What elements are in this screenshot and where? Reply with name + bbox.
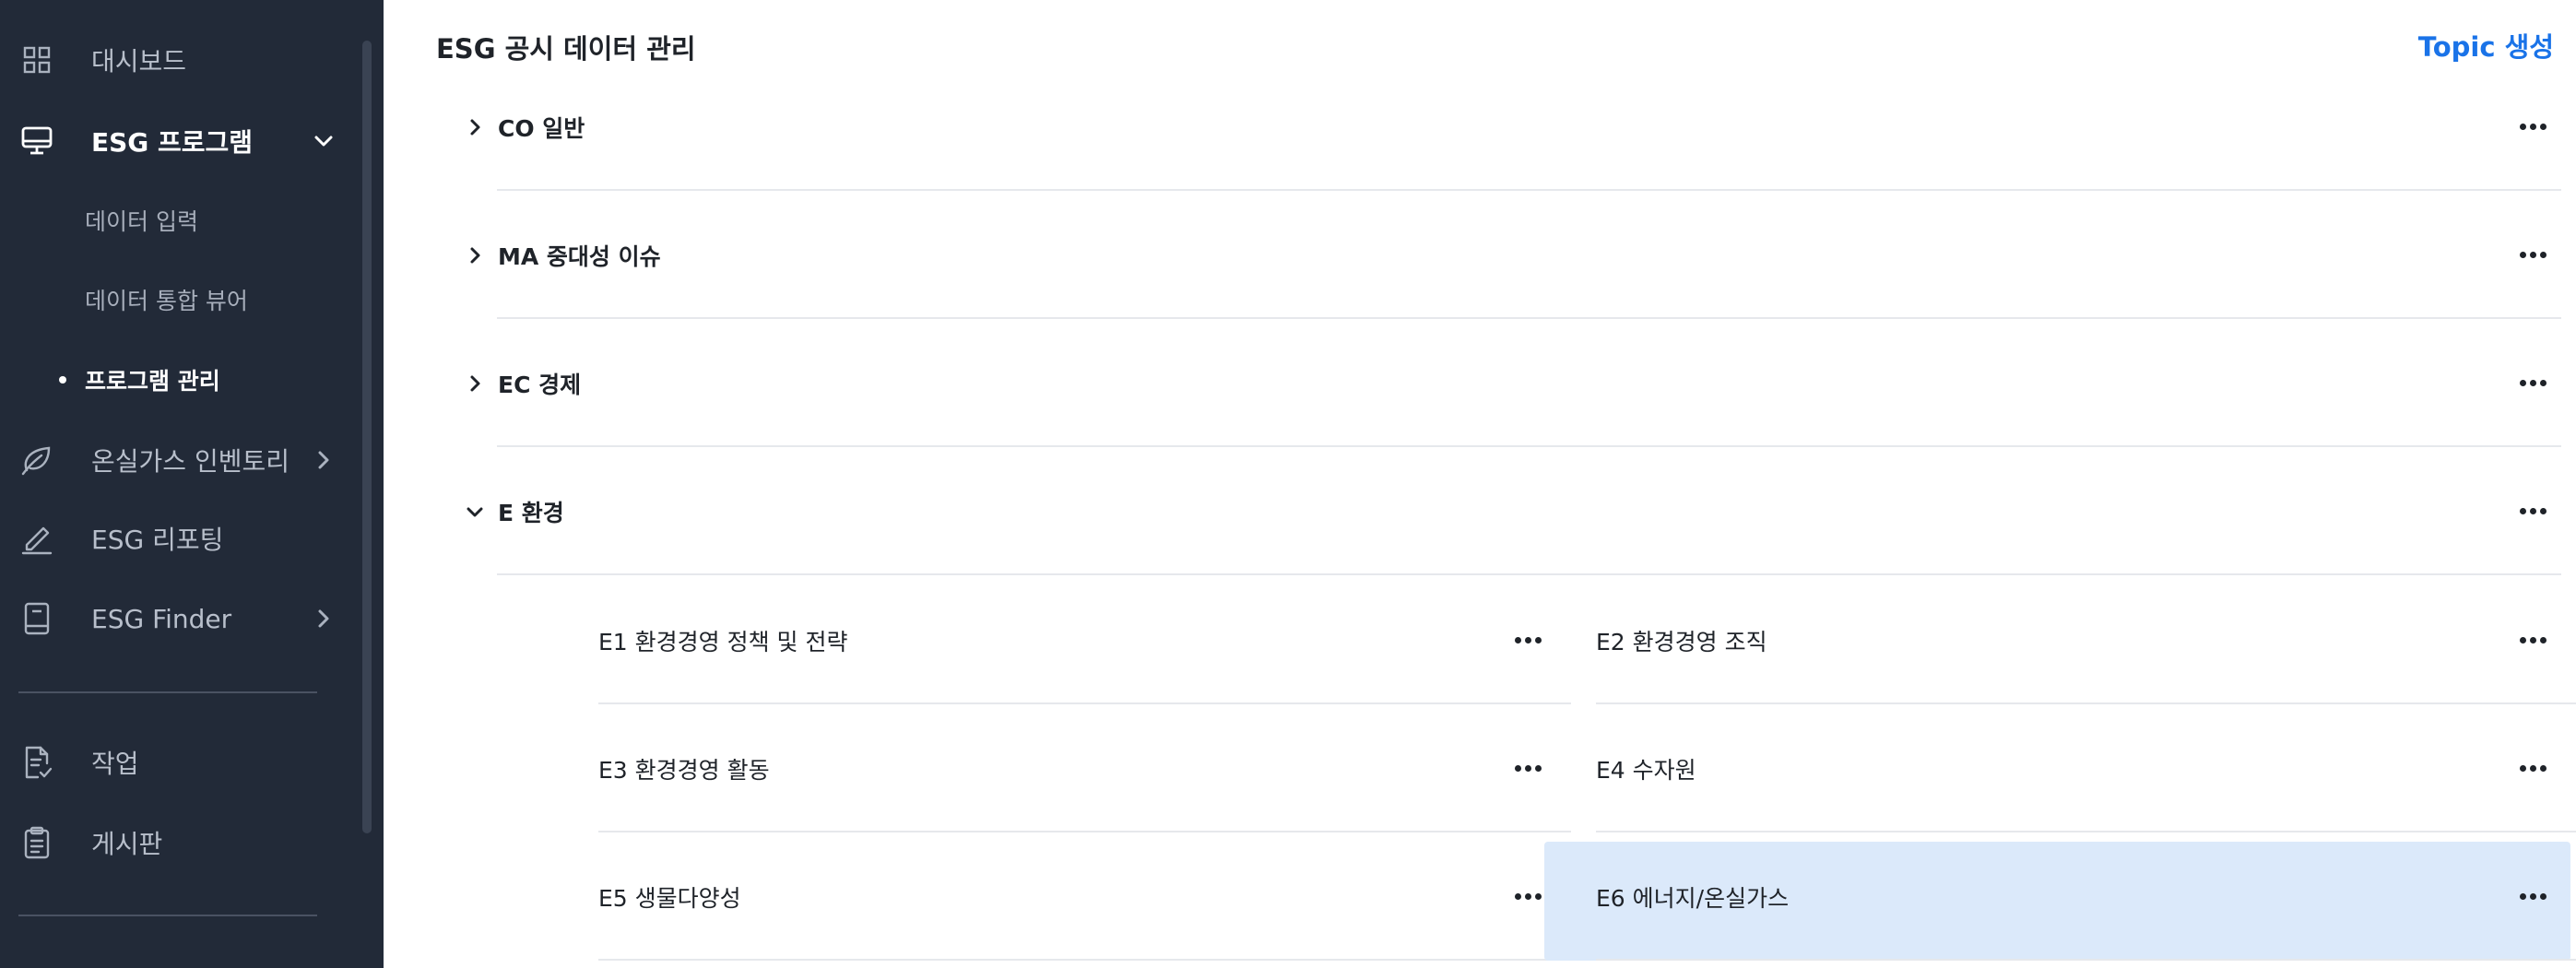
leaf-icon — [18, 442, 55, 478]
book-icon — [18, 600, 55, 637]
topic-row-e[interactable]: E 환경 — [420, 447, 2561, 575]
more-options-icon[interactable] — [2510, 113, 2556, 141]
sidebar-item-board[interactable]: 게시판 — [0, 810, 360, 875]
sidebar-item-label: ESG 프로그램 — [91, 127, 254, 158]
sidebar: 대시보드 ESG 프로그램 데이터 입력 데이터 통합 뷰어 프로그램 관리 온… — [0, 0, 384, 968]
topic-label: CO 일반 — [498, 114, 585, 142]
edit-icon — [18, 520, 55, 557]
sidebar-subitem-data-input[interactable]: 데이터 입력 — [0, 193, 360, 248]
clipboard-icon — [18, 824, 55, 861]
sidebar-item-label: 게시판 — [91, 829, 163, 859]
sidebar-item-label: 온실가스 인벤토리 — [91, 446, 290, 477]
active-dot-icon — [59, 376, 66, 384]
main-content: ESG 공시 데이터 관리 Topic 생성 CO 일반 MA 중대성 이슈 E… — [384, 0, 2576, 968]
chevron-right-icon[interactable] — [459, 112, 490, 143]
subtopic-label: E1 환경경영 정책 및 전략 — [598, 628, 848, 655]
more-options-icon[interactable] — [2510, 370, 2556, 397]
more-options-icon[interactable] — [2510, 242, 2556, 269]
subtopic-row-e3[interactable]: E3 환경경영 활동 — [598, 704, 1571, 832]
topic-label: EC 경제 — [498, 371, 582, 398]
row-divider — [497, 573, 2561, 575]
subtopic-label: E2 환경경영 조직 — [1596, 628, 1767, 655]
topic-row-co[interactable]: CO 일반 — [420, 63, 2561, 191]
more-options-icon[interactable] — [2510, 627, 2556, 655]
sidebar-item-label: 대시보드 — [91, 46, 187, 77]
row-divider — [1596, 959, 2576, 961]
subtopic-row-e6[interactable]: E6 에너지/온실가스 — [1544, 832, 2576, 961]
subtopic-row-e4[interactable]: E4 수자원 — [1596, 704, 2576, 832]
subtopic-row-e5[interactable]: E5 생물다양성 — [598, 832, 1571, 961]
sidebar-item-esg-program[interactable]: ESG 프로그램 — [0, 109, 360, 173]
chevron-down-icon[interactable] — [459, 496, 490, 527]
create-topic-button[interactable]: Topic 생성 — [2418, 26, 2554, 65]
sidebar-subitem-program-management[interactable]: 프로그램 관리 — [0, 352, 360, 407]
subtopic-row-e1[interactable]: E1 환경경영 정책 및 전략 — [598, 576, 1571, 704]
monitor-icon — [18, 123, 55, 159]
document-check-icon — [18, 744, 55, 781]
more-options-icon[interactable] — [1505, 755, 1551, 783]
sidebar-divider — [18, 915, 317, 916]
subtopic-label: E6 에너지/온실가스 — [1596, 884, 1790, 912]
sidebar-subitem-label: 데이터 통합 뷰어 — [85, 288, 248, 314]
subtopic-label: E3 환경경영 활동 — [598, 756, 770, 784]
page-title: ESG 공시 데이터 관리 — [436, 33, 696, 65]
sidebar-scrollbar[interactable] — [362, 41, 372, 833]
topic-label: MA 중대성 이슈 — [498, 242, 661, 270]
more-options-icon[interactable] — [1505, 627, 1551, 655]
topic-label: E 환경 — [498, 499, 564, 526]
sidebar-subitem-data-viewer[interactable]: 데이터 통합 뷰어 — [0, 272, 360, 327]
grid-icon — [18, 41, 55, 78]
more-options-icon[interactable] — [2510, 883, 2556, 911]
sidebar-item-tasks[interactable]: 작업 — [0, 730, 360, 795]
sidebar-item-label: 작업 — [91, 749, 139, 779]
sidebar-divider — [18, 691, 317, 693]
topic-row-ma[interactable]: MA 중대성 이슈 — [420, 191, 2561, 319]
subtopic-label: E5 생물다양성 — [598, 884, 741, 912]
more-options-icon[interactable] — [2510, 498, 2556, 525]
sidebar-item-esg-finder[interactable]: ESG Finder — [0, 586, 360, 651]
chevron-down-icon[interactable] — [312, 129, 336, 153]
sidebar-item-label: ESG 리포팅 — [91, 525, 224, 555]
sidebar-subitem-label: 프로그램 관리 — [85, 368, 220, 395]
subtopic-row-e2[interactable]: E2 환경경영 조직 — [1596, 576, 2576, 704]
sidebar-subitem-label: 데이터 입력 — [85, 208, 198, 235]
chevron-right-icon[interactable] — [312, 607, 336, 631]
sidebar-item-esg-reporting[interactable]: ESG 리포팅 — [0, 506, 360, 571]
chevron-right-icon[interactable] — [459, 368, 490, 399]
sidebar-item-label: ESG Finder — [91, 603, 232, 634]
chevron-right-icon[interactable] — [312, 448, 336, 472]
sidebar-item-dashboard[interactable]: 대시보드 — [0, 28, 360, 92]
topic-row-ec[interactable]: EC 경제 — [420, 319, 2561, 447]
subtopic-label: E4 수자원 — [1596, 756, 1696, 784]
more-options-icon[interactable] — [2510, 755, 2556, 783]
sidebar-item-ghg-inventory[interactable]: 온실가스 인벤토리 — [0, 428, 360, 492]
chevron-right-icon[interactable] — [459, 240, 490, 271]
row-divider — [598, 959, 1571, 961]
